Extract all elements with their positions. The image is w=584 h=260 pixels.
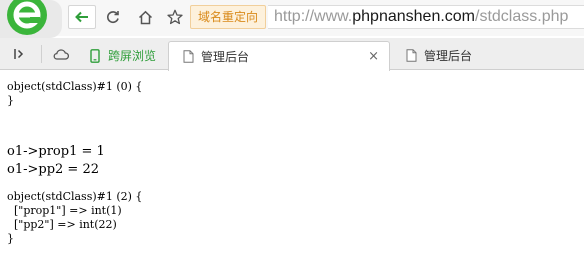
browser-toolbar: 域名重定向 http://www.phpnanshen.com/stdclass… <box>0 0 584 38</box>
tab-label: 跨屏浏览 <box>108 49 157 63</box>
back-button[interactable] <box>68 5 96 29</box>
var-dump-object: object(stdClass)#1 (2) { ["prop1"] => in… <box>7 190 143 245</box>
star-icon <box>167 9 183 25</box>
home-icon <box>138 10 152 24</box>
output-line-prop1: o1->prop1 = 1 <box>7 144 105 159</box>
cloud-button[interactable] <box>51 44 71 64</box>
url-host: phpnanshen.com <box>352 8 476 25</box>
bookmark-button[interactable] <box>162 5 188 29</box>
tab-strip: 跨屏浏览 管理后台 × 管理后台 <box>0 38 584 71</box>
tab-label: 管理后台 <box>201 50 250 64</box>
home-button[interactable] <box>132 5 158 29</box>
refresh-icon <box>107 11 119 24</box>
tab-admin[interactable]: 管理后台 <box>392 41 584 70</box>
cloud-icon <box>53 49 69 60</box>
page-icon <box>404 49 418 63</box>
refresh-button[interactable] <box>100 5 126 29</box>
sidebar-toggle-button[interactable] <box>10 44 30 64</box>
arrow-left-icon <box>75 11 88 23</box>
browser-logo-icon[interactable] <box>0 0 62 38</box>
phone-icon <box>88 48 102 63</box>
close-icon[interactable]: × <box>368 49 379 64</box>
output-line-pp2: o1->pp2 = 22 <box>7 162 99 177</box>
page-icon <box>181 50 195 64</box>
redirect-badge[interactable]: 域名重定向 <box>190 5 266 29</box>
url-prefix: http://www. <box>274 8 353 25</box>
address-bar[interactable]: http://www.phpnanshen.com/stdclass.php <box>268 5 584 29</box>
tab-divider <box>41 45 42 63</box>
tab-cross-screen[interactable]: 跨屏浏览 <box>84 41 158 70</box>
tab-admin-active[interactable]: 管理后台 × <box>168 41 390 71</box>
url-path: /stdclass.php <box>475 8 569 25</box>
var-dump-empty: object(stdClass)#1 (0) { } <box>7 80 143 107</box>
sidebar-toggle-icon <box>14 49 24 59</box>
tab-label: 管理后台 <box>424 49 473 63</box>
